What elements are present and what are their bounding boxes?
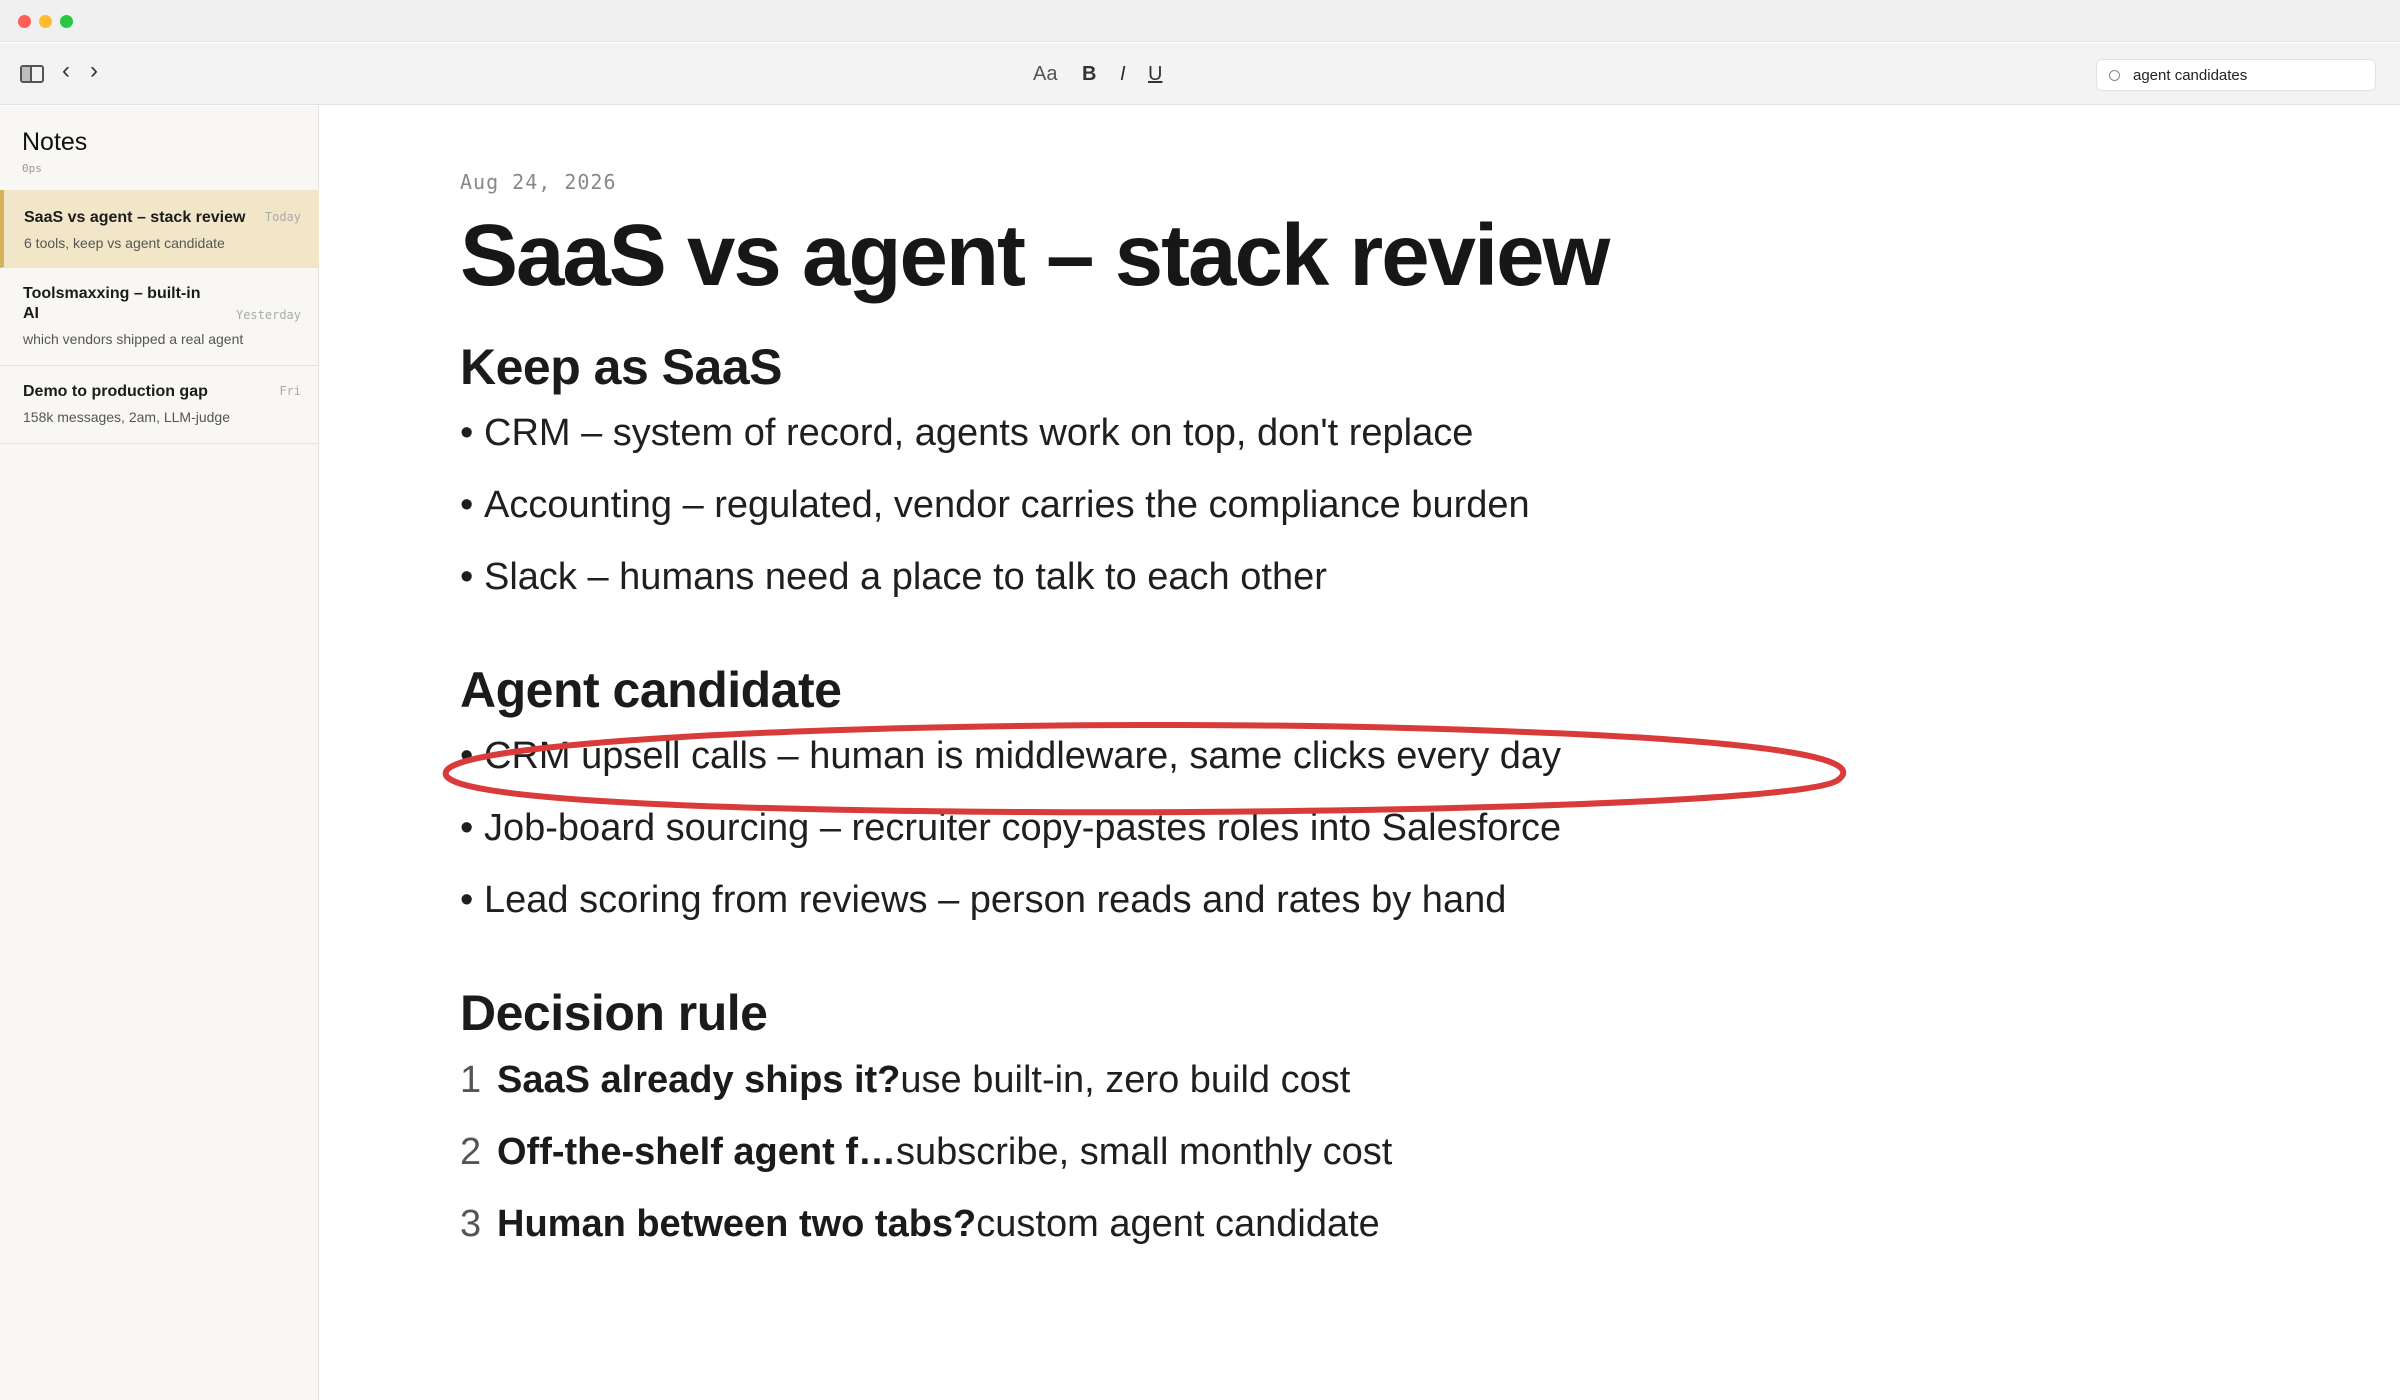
item-number: 1 (460, 1059, 482, 1101)
item-text: custom agent candidate (976, 1203, 1380, 1245)
close-window-button[interactable] (18, 15, 31, 28)
sidebar-subtitle: 0ps (22, 162, 42, 175)
underline-button[interactable]: U (1148, 62, 1162, 86)
notes-sidebar: Notes 0ps SaaS vs agent – stack review T… (0, 106, 319, 1400)
section-heading[interactable]: Keep as SaaS (460, 338, 782, 396)
item-bold-text: SaaS already ships it? (497, 1059, 901, 1101)
window-titlebar (0, 0, 2400, 42)
bullet-item[interactable]: • Slack – humans need a place to talk to … (460, 556, 1327, 599)
note-title-continued: AI (23, 305, 39, 322)
bold-button[interactable]: B (1082, 62, 1096, 86)
note-title: SaaS vs agent – stack review (24, 209, 246, 226)
bullet-glyph: • (460, 879, 474, 921)
item-bold-text: Human between two tabs? (497, 1203, 977, 1245)
item-text: subscribe, small monthly cost (895, 1131, 1393, 1173)
italic-button[interactable]: I (1120, 62, 1126, 86)
note-title-heading[interactable]: SaaS vs agent – stack review (460, 206, 1610, 306)
bullet-glyph: • (460, 412, 474, 454)
bullet-item[interactable]: • CRM – system of record, agents work on … (460, 412, 1473, 455)
note-preview: 158k messages, 2am, LLM-judge (23, 409, 230, 425)
note-list-item[interactable]: Toolsmaxxing – built-in AI Yesterday whi… (0, 268, 319, 366)
bullet-item[interactable]: • Accounting – regulated, vendor carries … (460, 484, 1530, 527)
text-style-button[interactable]: Aa (1033, 62, 1057, 86)
note-title: Toolsmaxxing – built-in (23, 285, 201, 302)
search-icon (2109, 70, 2120, 81)
toolbar: ‹ › Aa B I U (0, 43, 2400, 105)
bullet-item[interactable]: • Lead scoring from reviews – person read… (460, 879, 1506, 922)
note-date: Fri (279, 384, 301, 398)
bullet-glyph: • (460, 556, 474, 598)
item-number: 2 (460, 1131, 482, 1173)
section-heading[interactable]: Decision rule (460, 984, 768, 1042)
bullet-item[interactable]: • Job-board sourcing – recruiter copy-pas… (460, 807, 1561, 850)
item-number: 3 (460, 1203, 482, 1245)
note-date: Yesterday (235, 308, 301, 322)
note-title: Demo to production gap (23, 383, 208, 400)
bullet-glyph: • (460, 735, 474, 777)
note-preview: 6 tools, keep vs agent candidate (24, 235, 225, 251)
numbered-item[interactable]: 3 Human between two tabs?custom agent can… (460, 1203, 1380, 1246)
minimize-window-button[interactable] (39, 15, 52, 28)
note-date-header: Aug 24, 2026 (460, 170, 617, 194)
search-box[interactable] (2096, 59, 2376, 91)
zoom-window-button[interactable] (60, 15, 73, 28)
note-preview: which vendors shipped a real agent (23, 331, 244, 347)
bullet-text: Accounting – regulated, vendor carries t… (484, 484, 1530, 526)
search-input[interactable] (2133, 64, 2368, 86)
section-heading[interactable]: Agent candidate (460, 661, 842, 719)
forward-arrow-icon[interactable]: › (90, 59, 98, 83)
note-list-item[interactable]: SaaS vs agent – stack review Today 6 too… (0, 190, 319, 268)
bullet-text: Lead scoring from reviews – person reads… (484, 879, 1507, 921)
bullet-text: Slack – humans need a place to talk to e… (484, 556, 1327, 598)
back-arrow-icon[interactable]: ‹ (62, 59, 70, 83)
bullet-item[interactable]: • CRM upsell calls – human is middleware,… (460, 735, 1561, 778)
notes-list: SaaS vs agent – stack review Today 6 too… (0, 190, 319, 444)
sidebar-toggle-icon[interactable] (20, 65, 44, 83)
bullet-text: Job-board sourcing – recruiter copy-past… (484, 807, 1562, 849)
sidebar-title: Notes (22, 128, 88, 156)
bullet-glyph: • (460, 807, 474, 849)
bullet-text: CRM – system of record, agents work on t… (484, 412, 1474, 454)
note-date: Today (264, 210, 301, 224)
bullet-glyph: • (460, 484, 474, 526)
note-list-item[interactable]: Demo to production gap Fri 158k messages… (0, 366, 319, 444)
numbered-item[interactable]: 1 SaaS already ships it?use built-in, zer… (460, 1059, 1350, 1102)
item-text: use built-in, zero build cost (900, 1059, 1351, 1101)
bullet-text: CRM upsell calls – human is middleware, … (484, 735, 1562, 777)
note-editor[interactable]: Aug 24, 2026 SaaS vs agent – stack revie… (320, 106, 2400, 1400)
numbered-item[interactable]: 2 Off-the-shelf agent f…subscribe, small … (460, 1131, 1392, 1174)
item-bold-text: Off-the-shelf agent f… (497, 1131, 896, 1173)
